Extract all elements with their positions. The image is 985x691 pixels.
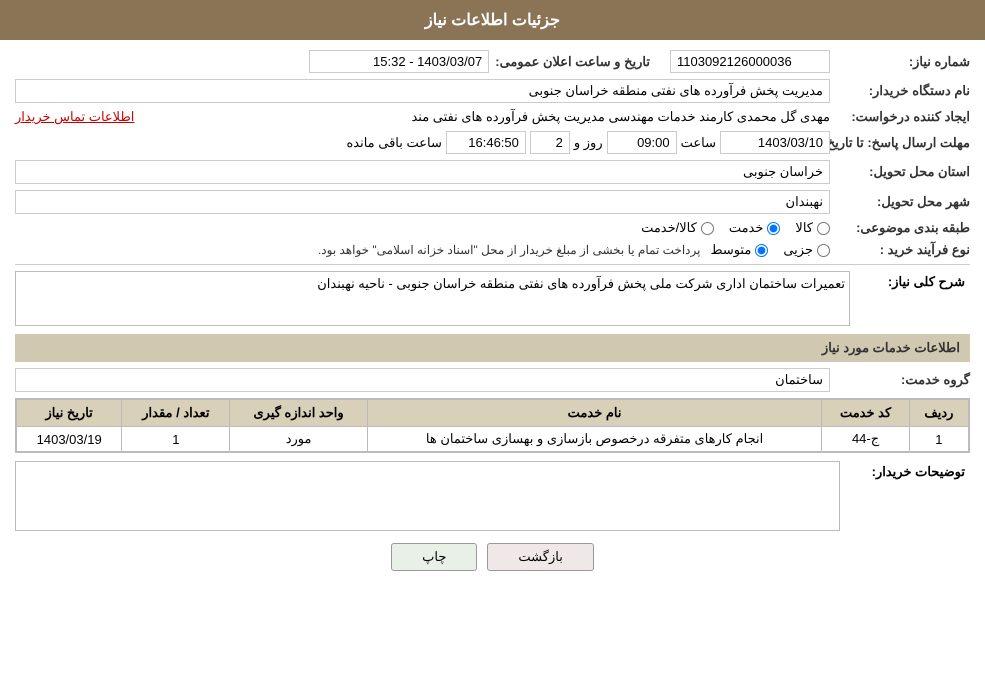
col-code: کد خدمت: [822, 400, 910, 427]
cell-unit: مورد: [230, 427, 367, 452]
announce-date-label: تاریخ و ساعت اعلان عمومی:: [489, 54, 650, 70]
cell-name: انجام کارهای متفرقه درخصوص بازسازی و بهس…: [367, 427, 821, 452]
buyer-notes-label: توضیحات خریدار:: [840, 461, 970, 480]
radio-kala-label: کالا: [795, 220, 813, 236]
send-date-remain: 16:46:50: [446, 131, 526, 154]
radio-kala-khedmat[interactable]: [701, 222, 714, 235]
need-number-label: شماره نیاز:: [830, 54, 970, 70]
radio-kala-khedmat-label: کالا/خدمت: [641, 220, 697, 236]
purchase-motavaset[interactable]: متوسط: [710, 242, 768, 258]
category-khedmat[interactable]: خدمت: [729, 220, 781, 236]
category-label: طبقه بندی موضوعی:: [830, 220, 970, 236]
send-date-label: مهلت ارسال پاسخ: تا تاریخ:: [830, 135, 970, 151]
services-table-wrapper: ردیف کد خدمت نام خدمت واحد اندازه گیری ت…: [15, 398, 970, 453]
radio-motavaset[interactable]: [755, 244, 768, 257]
service-group-label: گروه خدمت:: [830, 372, 970, 388]
province-label: استان محل تحویل:: [830, 164, 970, 180]
category-kala[interactable]: کالا: [795, 220, 830, 236]
radio-jozii[interactable]: [817, 244, 830, 257]
col-date: تاریخ نیاز: [17, 400, 122, 427]
divider-1: [15, 264, 970, 265]
table-row: 1ج-44انجام کارهای متفرقه درخصوص بازسازی …: [17, 427, 969, 452]
cell-quantity: 1: [122, 427, 230, 452]
radio-kala[interactable]: [817, 222, 830, 235]
radio-jozii-label: جزیی: [783, 242, 813, 258]
send-date-date: 1403/03/10: [720, 131, 830, 154]
page-title: جزئیات اطلاعات نیاز: [425, 12, 560, 29]
need-desc-label: شرح کلی نیاز:: [850, 271, 970, 290]
back-button[interactable]: بازگشت: [487, 543, 593, 571]
need-number-value: 1103092126000036: [670, 50, 830, 73]
send-date-days: 2: [530, 131, 570, 154]
print-button[interactable]: چاپ: [391, 543, 477, 571]
services-section-header: اطلاعات خدمات مورد نیاز: [15, 334, 970, 362]
announce-date-value: 1403/03/07 - 15:32: [309, 50, 489, 73]
service-group-value: ساختمان: [15, 368, 830, 392]
purchase-type-label: نوع فرآیند خرید :: [830, 242, 970, 258]
page-header: جزئیات اطلاعات نیاز: [0, 0, 985, 40]
buttons-row: بازگشت چاپ: [15, 543, 970, 571]
need-desc-value: تعمیرات ساختمان اداری شرکت ملی پخش فرآور…: [15, 271, 850, 326]
radio-motavaset-label: متوسط: [710, 242, 751, 258]
category-kala-khedmat[interactable]: کالا/خدمت: [641, 220, 714, 236]
purchase-type-radio-group: جزیی متوسط: [710, 242, 830, 258]
send-date-time-label: ساعت: [681, 135, 716, 151]
cell-date: 1403/03/19: [17, 427, 122, 452]
cell-row: 1: [909, 427, 968, 452]
col-qty: تعداد / مقدار: [122, 400, 230, 427]
creator-label: ایجاد کننده درخواست:: [830, 109, 970, 125]
buyer-name-value: مدیریت پخش فرآورده های نفتی منطقه خراسان…: [15, 79, 830, 103]
col-row: ردیف: [909, 400, 968, 427]
creator-value: مهدی گل محمدی کارمند خدمات مهندسی مدیریت…: [142, 109, 830, 125]
send-date-time: 09:00: [607, 131, 677, 154]
buyer-notes-textarea[interactable]: [15, 461, 840, 531]
buyer-name-label: نام دستگاه خریدار:: [830, 83, 970, 99]
col-unit: واحد اندازه گیری: [230, 400, 367, 427]
send-date-remain-label: ساعت باقی مانده: [346, 135, 441, 151]
purchase-jozii[interactable]: جزیی: [783, 242, 830, 258]
send-date-day-label: روز و: [574, 135, 603, 151]
creator-contact-link[interactable]: اطلاعات تماس خریدار: [15, 109, 134, 125]
purchase-type-note: پرداخت تمام یا بخشی از مبلغ خریدار از مح…: [318, 243, 701, 257]
radio-khedmat-label: خدمت: [729, 220, 764, 236]
cell-code: ج-44: [822, 427, 910, 452]
city-value: نهبندان: [15, 190, 830, 214]
col-name: نام خدمت: [367, 400, 821, 427]
province-value: خراسان جنوبی: [15, 160, 830, 184]
services-table: ردیف کد خدمت نام خدمت واحد اندازه گیری ت…: [16, 399, 969, 452]
radio-khedmat[interactable]: [767, 222, 780, 235]
category-radio-group: کالا خدمت کالا/خدمت: [641, 220, 830, 236]
city-label: شهر محل تحویل:: [830, 194, 970, 210]
